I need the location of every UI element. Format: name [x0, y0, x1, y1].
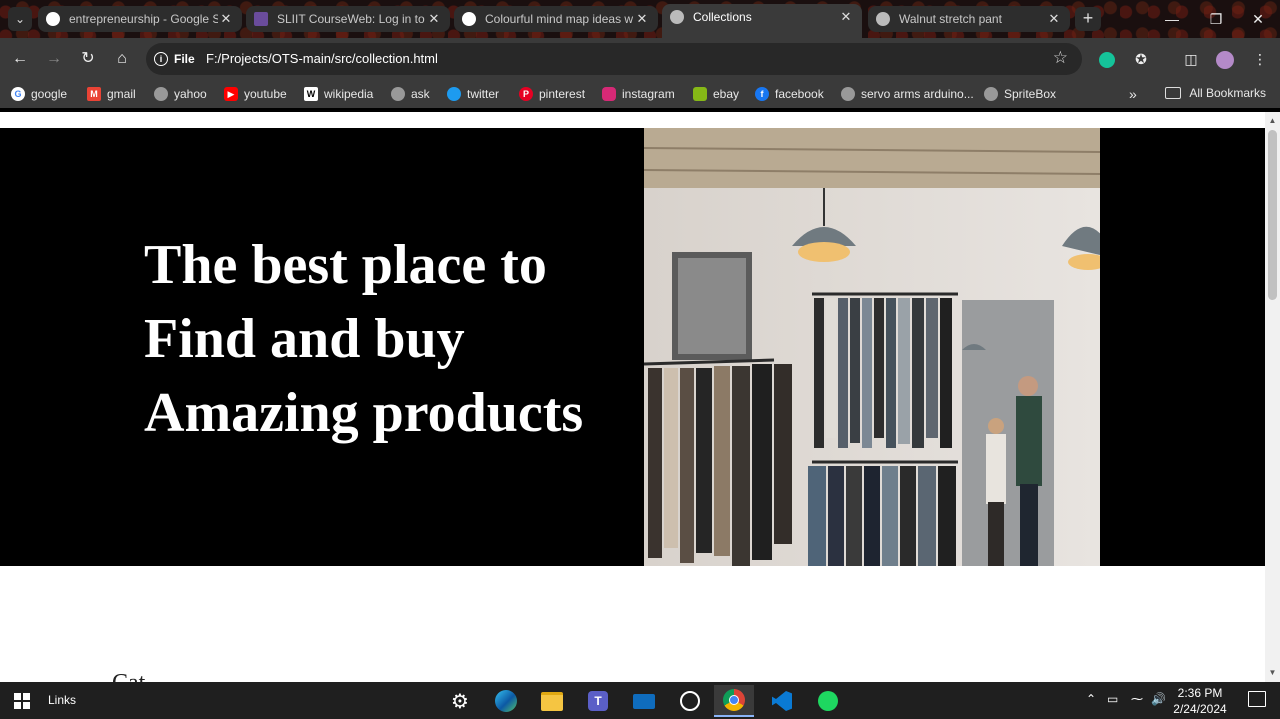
ebay-icon	[693, 87, 707, 101]
taskbar-clock[interactable]: 2:36 PM 2/24/2024	[1170, 685, 1230, 717]
all-bookmarks-button[interactable]: All Bookmarks	[1165, 86, 1266, 100]
tab-strip: ⌄ entrepreneurship - Google S ✕ SLIIT Co…	[0, 0, 1280, 38]
wikipedia-icon: W	[304, 87, 318, 101]
address-bar[interactable]: i File F:/Projects/OTS-main/src/collecti…	[146, 43, 1082, 75]
teams-icon[interactable]: T	[578, 685, 618, 717]
hero-line-3: Amazing products	[144, 382, 584, 444]
bookmark-twitter[interactable]: twitter	[447, 86, 499, 102]
tray-overflow-chevron-icon[interactable]: ⌃	[1086, 692, 1096, 706]
globe-icon	[670, 10, 684, 24]
bookmark-ebay[interactable]: ebay	[693, 86, 739, 102]
hero-store-image	[644, 128, 1100, 566]
file-explorer-icon[interactable]	[532, 685, 572, 717]
hero-line-2: Find and buy	[144, 308, 465, 370]
tab-collections[interactable]: Collections ✕	[662, 4, 862, 38]
extensions-puzzle-icon[interactable]: ✪	[1129, 47, 1153, 71]
page-content: The best place to Find and buy Amazing p…	[0, 112, 1265, 682]
globe-icon	[391, 87, 405, 101]
close-tab-icon[interactable]: ✕	[218, 11, 234, 27]
bookmark-pinterest[interactable]: P pinterest	[519, 86, 585, 102]
edge-browser-icon[interactable]	[486, 685, 526, 717]
gmail-icon: M	[87, 87, 101, 101]
chrome-icon[interactable]	[714, 685, 754, 717]
globe-icon	[876, 12, 890, 26]
tab-mind-map[interactable]: Colourful mind map ideas w ✕	[454, 6, 658, 32]
sliit-icon	[254, 12, 268, 26]
google-icon	[46, 12, 60, 26]
reload-icon[interactable]: ↻	[76, 47, 100, 71]
bookmark-youtube[interactable]: ▶ youtube	[224, 86, 287, 102]
browser-toolbar: ← → ↻ ⌂ i File F:/Projects/OTS-main/src/…	[0, 38, 1280, 80]
close-tab-icon[interactable]: ✕	[838, 9, 854, 25]
volume-icon[interactable]: 🔊	[1151, 692, 1166, 706]
bookmark-google[interactable]: G google	[11, 86, 67, 102]
battery-icon[interactable]: ▭	[1107, 692, 1118, 706]
bookmark-servo-arms[interactable]: servo arms arduino...	[841, 86, 974, 102]
page-scrollbar[interactable]: ▲ ▼	[1265, 112, 1280, 682]
close-window-icon[interactable]: ✕	[1236, 0, 1280, 38]
bookmark-gmail[interactable]: M gmail	[87, 86, 136, 102]
site-info-chip[interactable]: i File	[154, 49, 195, 69]
grammarly-icon[interactable]	[1095, 47, 1119, 71]
scroll-thumb[interactable]	[1268, 130, 1277, 300]
back-arrow-icon[interactable]: ←	[8, 47, 32, 71]
hero-heading: The best place to Find and buy Amazing p…	[144, 228, 583, 450]
google-icon: G	[11, 87, 25, 101]
hero-banner: The best place to Find and buy Amazing p…	[0, 128, 1265, 566]
globe-icon	[841, 87, 855, 101]
facebook-icon: f	[755, 87, 769, 101]
spotify-icon[interactable]	[808, 685, 848, 717]
google-icon	[462, 12, 476, 26]
info-icon: i	[154, 52, 168, 66]
bookmark-ask[interactable]: ask	[391, 86, 430, 102]
notification-center-icon[interactable]	[1248, 691, 1266, 707]
url-text[interactable]: F:/Projects/OTS-main/src/collection.html	[206, 51, 438, 66]
twitter-icon	[447, 87, 461, 101]
bookmark-star-icon[interactable]: ☆	[1053, 48, 1068, 68]
profile-avatar[interactable]	[1213, 47, 1237, 71]
bookmark-instagram[interactable]: instagram	[602, 86, 675, 102]
bookmark-yahoo[interactable]: yahoo	[154, 86, 207, 102]
youtube-icon: ▶	[224, 87, 238, 101]
close-tab-icon[interactable]: ✕	[426, 11, 442, 27]
bookmark-facebook[interactable]: f facebook	[755, 86, 824, 102]
windows-start-icon[interactable]	[14, 693, 30, 709]
pinterest-icon: P	[519, 87, 533, 101]
restore-icon[interactable]: ❐	[1194, 0, 1238, 38]
instagram-icon	[602, 87, 616, 101]
bookmarks-bar: G google M gmail yahoo ▶ youtube W wikip…	[0, 80, 1280, 108]
bookmark-wikipedia[interactable]: W wikipedia	[304, 86, 373, 102]
vscode-icon[interactable]	[762, 685, 802, 717]
links-toolbar-label[interactable]: Links	[48, 693, 76, 707]
scroll-down-arrow-icon[interactable]: ▼	[1265, 666, 1280, 680]
globe-icon	[984, 87, 998, 101]
mail-icon[interactable]	[624, 685, 664, 717]
minimize-icon[interactable]: —	[1150, 0, 1194, 38]
tab-walnut-pant[interactable]: Walnut stretch pant ✕	[868, 6, 1070, 32]
new-tab-button[interactable]: +	[1075, 7, 1101, 31]
windows-taskbar: Links ⚙ T ⌃ ▭ ⁓ 🔊 2:36 PM 2/24/2024	[0, 682, 1280, 719]
bookmark-spritebox[interactable]: SpriteBox	[984, 86, 1056, 102]
hero-line-1: The best place to	[144, 234, 547, 296]
globe-icon	[154, 87, 168, 101]
clock-time: 2:36 PM	[1177, 686, 1223, 700]
tab-search-dropdown-icon[interactable]: ⌄	[8, 7, 32, 31]
bookmarks-overflow-chevron-icon[interactable]: »	[1129, 86, 1137, 102]
settings-gear-icon[interactable]: ⚙	[440, 685, 480, 717]
tab-sliit[interactable]: SLIIT CourseWeb: Log in to t ✕	[246, 6, 450, 32]
wifi-icon[interactable]: ⁓	[1131, 692, 1143, 706]
folder-icon	[1165, 87, 1182, 99]
home-icon[interactable]: ⌂	[110, 47, 134, 71]
forward-arrow-icon[interactable]: →	[42, 47, 66, 71]
close-tab-icon[interactable]: ✕	[634, 11, 650, 27]
whatsapp-icon[interactable]	[670, 685, 710, 717]
side-panel-icon[interactable]: ◫	[1179, 47, 1203, 71]
more-menu-icon[interactable]: ⋮	[1248, 47, 1272, 71]
tab-entrepreneurship[interactable]: entrepreneurship - Google S ✕	[38, 6, 242, 32]
scroll-up-arrow-icon[interactable]: ▲	[1265, 114, 1280, 128]
close-tab-icon[interactable]: ✕	[1046, 11, 1062, 27]
clock-date: 2/24/2024	[1173, 702, 1227, 716]
section-heading-partial: Cat	[112, 670, 145, 682]
